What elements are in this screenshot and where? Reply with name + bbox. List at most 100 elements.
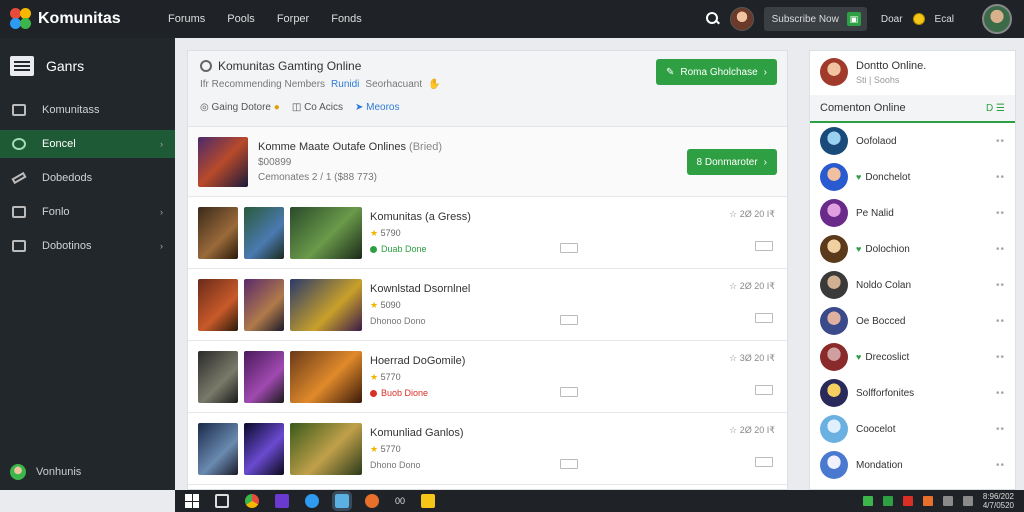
tag-gaing[interactable]: ◎ Gaing Dotore ● xyxy=(200,102,280,113)
top-right-controls: Subscribe Now ▣ Doar Ecal xyxy=(705,4,1024,34)
start-icon[interactable] xyxy=(185,494,199,508)
tray-icon[interactable] xyxy=(902,496,913,506)
game-row[interactable]: Kownlstad Dsornlnel ★ 5090 Dhonoo Dono ☆… xyxy=(188,269,787,341)
friend-item[interactable]: Coocelot •• xyxy=(810,411,1015,447)
topnav-item-forper[interactable]: Forper xyxy=(277,13,309,25)
friend-item[interactable]: ♥ Drecoslict •• xyxy=(810,339,1015,375)
game-row[interactable]: Hoerrad DoGomile) ★ 5770 Buob Dione ☆ 3Ø… xyxy=(188,341,787,413)
row-meta: ☆ 2Ø 20 I₹ xyxy=(729,209,775,219)
row-rating: ★ 5790 xyxy=(370,228,777,239)
sidebar-item-label: Fonlo xyxy=(42,206,70,218)
tag-meoros[interactable]: ➤ Meoros xyxy=(355,102,400,113)
friend-avatar xyxy=(820,127,848,155)
friend-item[interactable]: Pe Nalid •• xyxy=(810,195,1015,231)
coins-label[interactable]: Ecal xyxy=(935,14,954,25)
status-label: Buob Dione xyxy=(381,388,429,398)
featured-action-button[interactable]: 8 Donmaroter › xyxy=(686,149,777,175)
sidebar-item-fonlo[interactable]: Fonlo › xyxy=(0,198,175,226)
friend-item[interactable]: Oofolaod •• xyxy=(810,123,1015,159)
more-options-icon[interactable]: •• xyxy=(996,244,1005,255)
more-options-icon[interactable]: •• xyxy=(996,136,1005,147)
friend-name: Noldo Colan xyxy=(856,279,912,291)
friend-name-row: Oe Bocced xyxy=(856,316,988,327)
more-icon[interactable] xyxy=(755,457,773,467)
user-avatar[interactable] xyxy=(729,7,754,31)
hand-icon: ✋ xyxy=(428,79,441,90)
chevron-icon: › xyxy=(160,241,163,251)
clock[interactable]: 8:96/202 4/7/0520 xyxy=(983,492,1014,510)
panel-avatar[interactable] xyxy=(820,58,848,86)
star-icon: ★ xyxy=(370,372,379,382)
sidebar-item-dobotinos[interactable]: Dobotinos › xyxy=(0,232,175,260)
menu-icon[interactable] xyxy=(10,56,34,76)
footer-avatar xyxy=(10,464,26,480)
row-title: Kownlstad Dsornlnel xyxy=(370,283,471,295)
friend-name-row: Noldo Colan xyxy=(856,280,988,291)
more-options-icon[interactable]: •• xyxy=(996,424,1005,435)
friend-item[interactable]: Oe Bocced •• xyxy=(810,303,1015,339)
row-title: Komunitas (a Gress) xyxy=(370,211,471,223)
more-options-icon[interactable]: •• xyxy=(996,460,1005,471)
more-icon[interactable] xyxy=(755,313,773,323)
tray-icon[interactable] xyxy=(962,496,973,506)
friend-item[interactable]: Mondation •• xyxy=(810,447,1015,483)
friend-item[interactable]: ♥ Dolochion •• xyxy=(810,231,1015,267)
filter-icon[interactable]: D ☰ xyxy=(986,103,1005,114)
sidebar-item-dobedods[interactable]: Dobedods xyxy=(0,164,175,192)
sidebar-footer[interactable]: Vonhunis xyxy=(10,464,81,480)
header-action-button[interactable]: ✎ Roma Gholchase › xyxy=(656,59,777,85)
tray-icon[interactable] xyxy=(882,496,893,506)
profile-avatar[interactable] xyxy=(982,4,1012,34)
status-label: Dhono Dono xyxy=(370,460,421,470)
check-circle-icon xyxy=(200,60,212,72)
store-icon[interactable] xyxy=(332,491,352,511)
game-row[interactable]: Komunliad Ganlos) ★ 5770 Dhono Dono ☆ 2Ø… xyxy=(188,413,787,485)
more-options-icon[interactable]: •• xyxy=(996,172,1005,183)
more-options-icon[interactable]: •• xyxy=(996,316,1005,327)
friend-item[interactable]: ♥ Donchelot •• xyxy=(810,159,1015,195)
sidebar-item-label: Eoncel xyxy=(42,138,76,150)
more-options-icon[interactable]: •• xyxy=(996,280,1005,291)
search-icon[interactable] xyxy=(705,12,720,26)
friend-item[interactable]: Noldo Colan •• xyxy=(810,267,1015,303)
page-title: Komunitas Gamting Online xyxy=(218,59,362,73)
chat-icon[interactable] xyxy=(560,459,578,469)
subtitle-link[interactable]: Runidi xyxy=(331,79,359,90)
more-options-icon[interactable]: •• xyxy=(996,388,1005,399)
topnav-item-forums[interactable]: Forums xyxy=(168,13,205,25)
app-icon[interactable] xyxy=(275,494,289,508)
star-icon: ★ xyxy=(370,228,379,238)
tag-label: Co Acics xyxy=(304,102,343,113)
chrome-icon[interactable] xyxy=(245,494,259,508)
taskbar-text[interactable]: 00 xyxy=(395,496,405,506)
tray-icon[interactable] xyxy=(862,496,873,506)
more-icon[interactable] xyxy=(755,385,773,395)
online-section-header[interactable]: Comenton Online D ☰ xyxy=(810,95,1015,123)
firefox-icon[interactable] xyxy=(365,494,379,508)
topnav-item-pools[interactable]: Pools xyxy=(227,13,255,25)
more-options-icon[interactable]: •• xyxy=(996,352,1005,363)
tag-acics[interactable]: ◫ Co Acics xyxy=(292,102,343,113)
sidebar-item-eoncel[interactable]: Eoncel › xyxy=(0,130,175,158)
more-options-icon[interactable]: •• xyxy=(996,208,1005,219)
app-logo[interactable]: Komunitas xyxy=(0,8,160,30)
tray-icon[interactable] xyxy=(942,496,953,506)
featured-game[interactable]: Komme Maate Outafe Onlines (Bried) $0089… xyxy=(188,127,787,197)
subscribe-pill[interactable]: Subscribe Now ▣ xyxy=(763,7,867,31)
task-view-icon[interactable] xyxy=(215,494,229,508)
chat-icon[interactable] xyxy=(560,243,578,253)
chat-icon[interactable] xyxy=(560,315,578,325)
friend-item[interactable]: Solfforfonites •• xyxy=(810,375,1015,411)
row-title: Komunliad Ganlos) xyxy=(370,427,464,439)
heart-icon: ♥ xyxy=(856,172,862,182)
chat-icon[interactable] xyxy=(560,387,578,397)
tray-icon[interactable] xyxy=(922,496,933,506)
friend-avatar xyxy=(820,343,848,371)
edge-icon[interactable] xyxy=(305,494,319,508)
game-row[interactable]: Komunitas (a Gress) ★ 5790 Duab Done ☆ 2… xyxy=(188,197,787,269)
mode-label[interactable]: Doar xyxy=(881,14,903,25)
topnav-item-fonds[interactable]: Fonds xyxy=(331,13,362,25)
sidebar-item-komunitass[interactable]: Komunitass xyxy=(0,96,175,124)
more-icon[interactable] xyxy=(755,241,773,251)
folder-icon[interactable] xyxy=(421,494,436,508)
